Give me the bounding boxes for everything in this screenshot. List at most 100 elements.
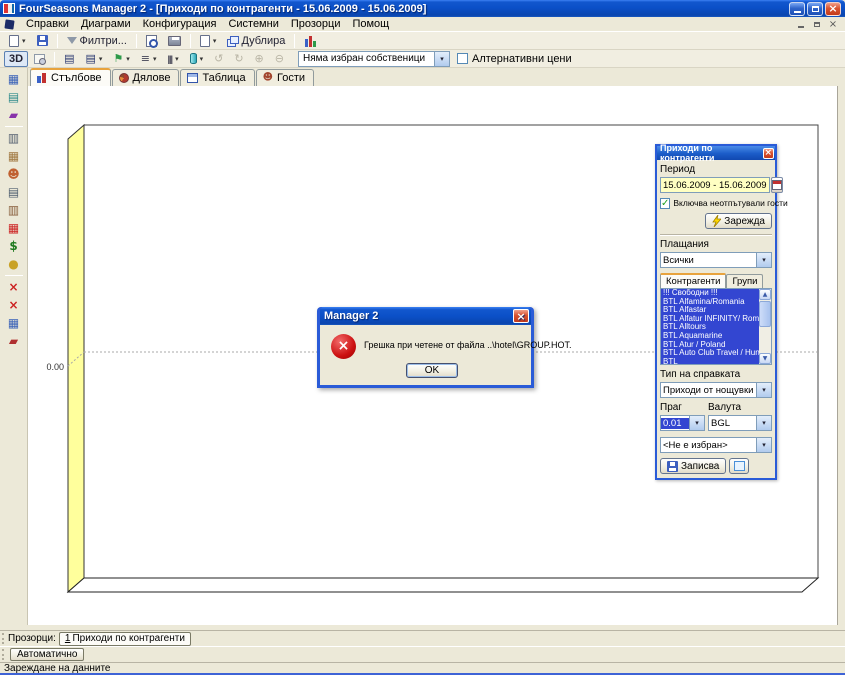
dropdown-arrow-icon: ▾ bbox=[153, 55, 157, 63]
payments-select[interactable]: Всички ▾ bbox=[660, 252, 772, 268]
export-window-icon-button[interactable]: ▤ bbox=[3, 88, 25, 105]
horizontal-grid-button[interactable]: ≡▾ bbox=[136, 51, 162, 67]
load-button[interactable]: Зарежда bbox=[705, 213, 772, 229]
period-field[interactable]: 15.06.2009 - 15.06.2009 bbox=[660, 177, 770, 193]
zoom-in-button[interactable]: ⊕ bbox=[250, 51, 269, 67]
close-button[interactable]: × bbox=[825, 2, 841, 16]
axis-zero-label: 0.00 bbox=[46, 362, 64, 372]
drag-handle[interactable] bbox=[2, 633, 5, 644]
export-button[interactable]: ▾ bbox=[195, 33, 222, 49]
currency-icon-button[interactable]: $ bbox=[3, 237, 25, 254]
scroll-down-icon[interactable]: ▼ bbox=[759, 353, 771, 364]
window-icon-button[interactable]: ▦ bbox=[3, 314, 25, 331]
list-scrollbar[interactable]: ▲ ▼ bbox=[759, 289, 771, 364]
include-guests-label: Включва неотпътували гости bbox=[673, 198, 787, 208]
currency-select[interactable]: BGL ▾ bbox=[708, 415, 772, 431]
scroll-up-icon[interactable]: ▲ bbox=[759, 289, 771, 300]
include-guests-checkbox[interactable]: ✓ bbox=[660, 198, 670, 209]
combo-arrow-icon: ▾ bbox=[689, 416, 704, 430]
list-item[interactable]: BTL Auto Club Travel / Hunga bbox=[661, 349, 759, 358]
legend-button[interactable]: ▤ bbox=[59, 51, 79, 67]
menu-konfiguracia[interactable]: Конфигурация bbox=[137, 18, 223, 30]
calculator-icon-button[interactable]: ▥ bbox=[3, 129, 25, 146]
list-item[interactable]: BTL Alfamina/Romania bbox=[661, 298, 759, 307]
calendar-button[interactable] bbox=[771, 177, 783, 193]
scroll-thumb[interactable] bbox=[759, 301, 771, 327]
restore-button[interactable] bbox=[807, 2, 823, 16]
chart-report-icon-button[interactable]: ▰ bbox=[3, 106, 25, 123]
report-type-select[interactable]: Приходи от нощувки ▾ bbox=[660, 382, 772, 398]
tab-groups[interactable]: Групи bbox=[726, 274, 763, 288]
print-preview-button[interactable] bbox=[141, 33, 162, 49]
menu-diagrami[interactable]: Диаграми bbox=[75, 18, 137, 30]
tab-pies[interactable]: Дялове bbox=[112, 69, 180, 86]
delete-icon-button[interactable]: × bbox=[3, 296, 25, 313]
guests-icon-button[interactable]: ☻ bbox=[3, 165, 25, 182]
occupancy-grid-icon-button[interactable]: ▦ bbox=[3, 219, 25, 236]
list-item[interactable]: BTL Alfastar bbox=[661, 306, 759, 315]
list-item[interactable]: BTL Alfatur INFINITY/ Romani bbox=[661, 315, 759, 324]
zoom-out-button[interactable]: ⊖ bbox=[270, 51, 289, 67]
cancel-icon-button[interactable]: × bbox=[3, 278, 25, 295]
menu-sistemni[interactable]: Системни bbox=[222, 18, 284, 30]
period-label: Период bbox=[660, 164, 772, 175]
archive-icon-button[interactable]: ▥ bbox=[3, 201, 25, 218]
list-item[interactable]: BTL Aquamarine bbox=[661, 332, 759, 341]
labels-button[interactable]: ⚑▾ bbox=[108, 51, 134, 67]
panel-title-bar[interactable]: Приходи по контрагенти × bbox=[657, 146, 775, 160]
owners-select[interactable]: Няма избран собственици ▾ bbox=[298, 51, 450, 67]
threshold-combo[interactable]: 0.01 ▾ bbox=[660, 415, 705, 431]
list-item[interactable]: BTL Alltours bbox=[661, 323, 759, 332]
list-item[interactable]: BTL Atur / Poland bbox=[661, 341, 759, 350]
dialog-title-bar[interactable]: Manager 2 × bbox=[320, 307, 531, 325]
mdi-restore-button[interactable] bbox=[811, 19, 823, 30]
minimize-icon bbox=[794, 11, 801, 13]
chart-button[interactable] bbox=[299, 33, 321, 49]
ok-button[interactable]: OK bbox=[406, 363, 458, 378]
chart-icon bbox=[304, 35, 316, 47]
rotate-view-button[interactable] bbox=[29, 51, 50, 67]
rotate-right-button[interactable]: ↻ bbox=[229, 51, 248, 67]
mdi-minimize-button[interactable] bbox=[795, 19, 807, 30]
contragents-listbox[interactable]: !!! Свободни !!! BTL Alfamina/Romania BT… bbox=[660, 288, 772, 365]
window-controls: × bbox=[789, 2, 841, 16]
duplicate-button[interactable]: Дублира bbox=[222, 33, 290, 49]
automatic-button[interactable]: Автоматично bbox=[10, 648, 84, 661]
list-item[interactable]: BTL bbox=[661, 358, 759, 365]
copy-window-icon-button[interactable]: ▦ bbox=[3, 147, 25, 164]
alt-prices-checkbox[interactable] bbox=[457, 53, 468, 64]
guest-icon: ☻ bbox=[263, 73, 273, 83]
rotate-left-button[interactable]: ↺ bbox=[209, 51, 228, 67]
tab-table[interactable]: Таблица bbox=[180, 69, 254, 86]
save-settings-button[interactable]: Записва bbox=[660, 458, 726, 474]
filters-button[interactable]: Филтри... bbox=[62, 33, 132, 49]
menu-pomosht[interactable]: Помощ bbox=[346, 18, 395, 30]
grid-view-button[interactable] bbox=[729, 458, 749, 474]
menu-prozorci[interactable]: Прозорци bbox=[285, 18, 347, 30]
save-button[interactable] bbox=[32, 33, 53, 49]
toggle-3d-button[interactable]: 3D bbox=[4, 51, 28, 67]
tab-guests[interactable]: ☻Гости bbox=[256, 69, 314, 86]
payments-label: Плащания bbox=[660, 239, 772, 250]
print-button[interactable] bbox=[163, 33, 186, 49]
bar-style-button[interactable]: ▾ bbox=[185, 51, 209, 67]
tab-bars[interactable]: Стълбове bbox=[30, 68, 111, 86]
statistics-icon-button[interactable]: ▰ bbox=[3, 332, 25, 349]
saved-profile-select[interactable]: <Не е избран> ▾ bbox=[660, 437, 772, 453]
vertical-grid-button[interactable]: |||▾ bbox=[163, 51, 184, 67]
minimize-button[interactable] bbox=[789, 2, 805, 16]
payments-icon-button[interactable]: ● bbox=[3, 255, 25, 272]
dialog-close-button[interactable]: × bbox=[513, 309, 529, 323]
panel-close-button[interactable]: × bbox=[763, 148, 774, 159]
legend-options-button[interactable]: ▤▾ bbox=[80, 51, 107, 67]
rooms-grid-icon-button[interactable]: ▦ bbox=[3, 70, 25, 87]
mdi-close-button[interactable]: × bbox=[827, 19, 839, 30]
drag-handle[interactable] bbox=[2, 649, 5, 660]
scroll-track[interactable] bbox=[759, 328, 771, 353]
list-item[interactable]: !!! Свободни !!! bbox=[661, 289, 759, 298]
window-task-button[interactable]: 1 Приходи по контрагенти bbox=[59, 632, 191, 646]
reports-icon-button[interactable]: ▤ bbox=[3, 183, 25, 200]
new-report-button[interactable]: ▾ bbox=[4, 33, 31, 49]
tab-contragents[interactable]: Контрагенти bbox=[660, 273, 726, 288]
menu-spravki[interactable]: Справки bbox=[20, 18, 75, 30]
